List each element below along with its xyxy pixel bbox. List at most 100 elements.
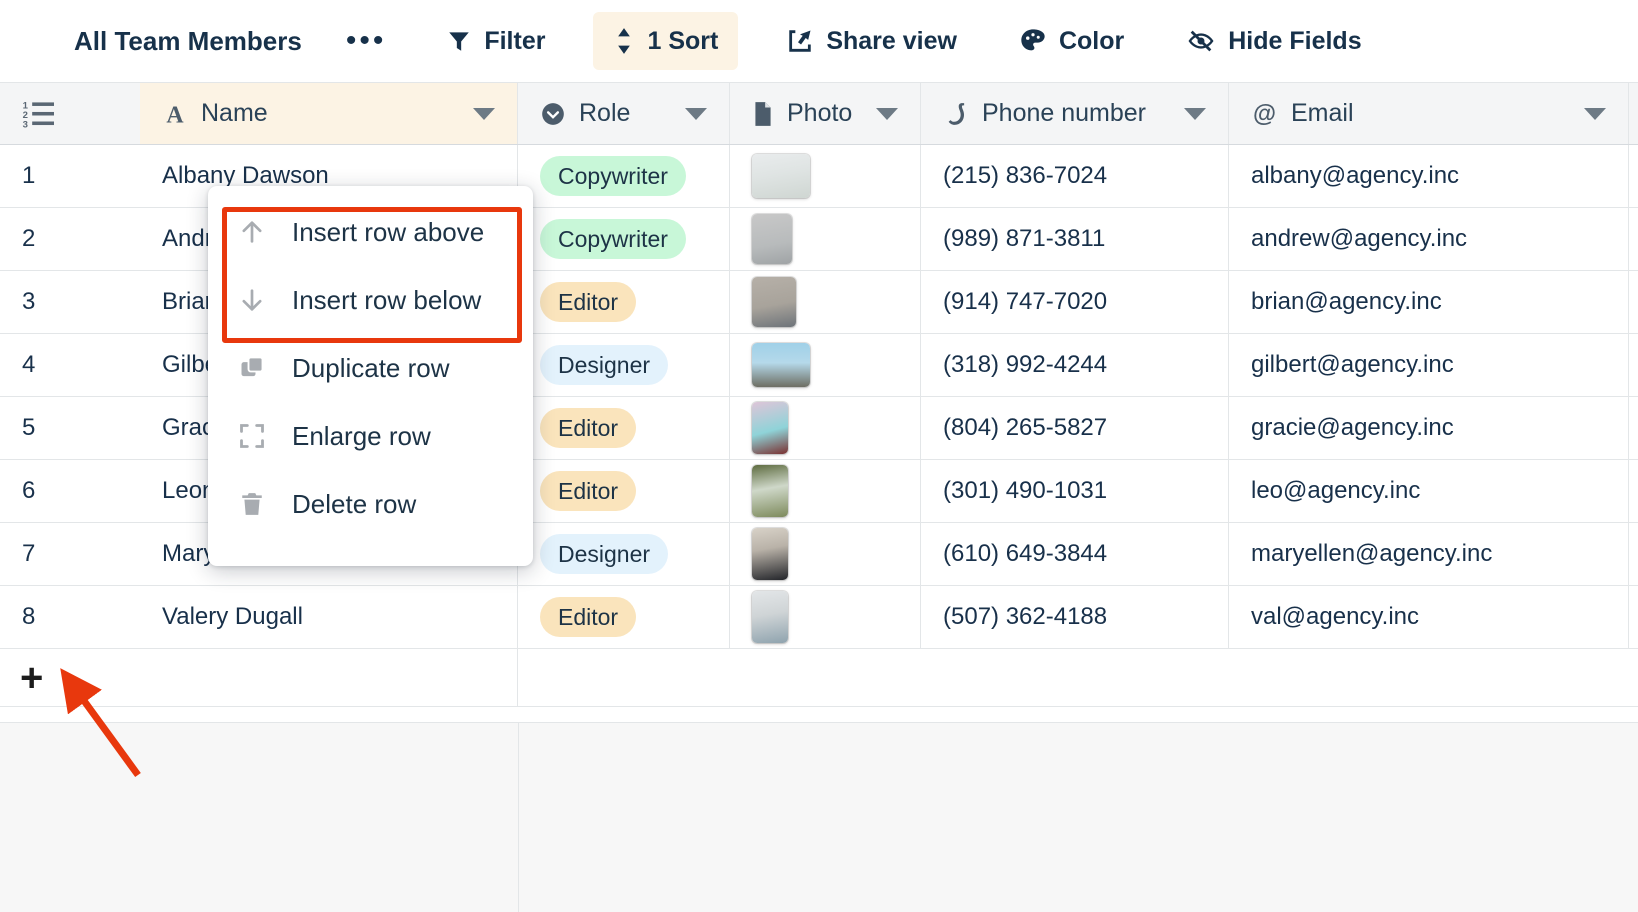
svg-text:@: @ <box>1253 101 1276 127</box>
hide-fields-label: Hide Fields <box>1228 26 1362 55</box>
row-number: 5 <box>22 414 36 441</box>
cell-spacer <box>1629 208 1638 270</box>
cell-role[interactable]: Editor <box>518 397 730 459</box>
hide-fields-button[interactable]: Hide Fields <box>1172 12 1375 70</box>
cell-name[interactable]: Valery Dugall <box>140 586 518 648</box>
table-row[interactable]: 8 Valery Dugall Editor (507) 362-4188 va… <box>0 586 1638 649</box>
cell-photo[interactable] <box>730 334 921 396</box>
column-header-email[interactable]: @ Email <box>1229 83 1629 144</box>
cell-phone[interactable]: (301) 490-1031 <box>921 460 1229 522</box>
column-header-photo[interactable]: Photo <box>730 83 921 144</box>
cell-email[interactable]: brian@agency.inc <box>1229 271 1629 333</box>
chevron-down-icon[interactable] <box>473 107 495 120</box>
cell-photo[interactable] <box>730 208 921 270</box>
menu-item-delete-row[interactable]: Delete row <box>208 470 533 538</box>
cell-spacer <box>1629 523 1638 585</box>
status-badge: Editor <box>540 408 637 448</box>
column-header-phone[interactable]: Phone number <box>921 83 1229 144</box>
cell-photo[interactable] <box>730 586 921 648</box>
cell-role[interactable]: Editor <box>518 460 730 522</box>
eye-off-icon <box>1186 27 1216 55</box>
more-options-button[interactable]: ••• <box>334 21 399 61</box>
menu-item-enlarge-row[interactable]: Enlarge row <box>208 402 533 470</box>
cell-email[interactable]: val@agency.inc <box>1229 586 1629 648</box>
cell-email[interactable]: andrew@agency.inc <box>1229 208 1629 270</box>
chevron-down-icon[interactable] <box>876 107 898 120</box>
status-badge: Designer <box>540 534 669 574</box>
column-header-spacer <box>1629 83 1638 144</box>
row-number: 6 <box>22 477 36 504</box>
cell-photo[interactable] <box>730 271 921 333</box>
filter-button[interactable]: Filter <box>432 12 559 70</box>
menu-item-label: Enlarge row <box>292 420 431 451</box>
cell-phone[interactable]: (989) 871-3811 <box>921 208 1229 270</box>
view-name-label: All Team Members <box>74 25 302 56</box>
cell-email[interactable]: gilbert@agency.inc <box>1229 334 1629 396</box>
row-context-menu[interactable]: Insert row above Insert row below Duplic… <box>208 186 533 566</box>
cell-email[interactable]: leo@agency.inc <box>1229 460 1629 522</box>
add-row-name-spacer <box>140 649 518 706</box>
chevron-down-icon[interactable] <box>1184 107 1206 120</box>
add-row-row[interactable]: + <box>0 649 1638 707</box>
cell-photo[interactable] <box>730 460 921 522</box>
sort-icon <box>613 27 635 55</box>
share-icon <box>786 27 814 55</box>
share-view-button[interactable]: Share view <box>772 12 971 70</box>
row-number: 3 <box>22 288 36 315</box>
sort-label: 1 Sort <box>647 26 719 55</box>
status-badge: Editor <box>540 597 637 637</box>
color-button[interactable]: Color <box>1005 12 1138 70</box>
menu-item-insert-row-below[interactable]: Insert row below <box>208 266 533 334</box>
cell-email[interactable]: gracie@agency.inc <box>1229 397 1629 459</box>
menu-item-label: Insert row above <box>292 216 485 247</box>
filter-label: Filter <box>484 26 546 55</box>
avatar <box>752 528 788 580</box>
menu-item-insert-row-above[interactable]: Insert row above <box>208 198 533 266</box>
cell-spacer <box>1629 460 1638 522</box>
column-header-role-label: Role <box>579 99 631 127</box>
phone-icon <box>943 101 969 127</box>
numbered-list-icon: 1 2 3 <box>22 99 56 129</box>
trash-icon <box>238 489 266 519</box>
chevron-down-icon[interactable] <box>685 107 707 120</box>
row-number: 4 <box>22 351 36 378</box>
add-row-spacer <box>518 649 1638 706</box>
hamburger-icon <box>34 30 60 52</box>
cell-role[interactable]: Editor <box>518 271 730 333</box>
sort-button[interactable]: 1 Sort <box>593 12 739 70</box>
cell-phone[interactable]: (215) 836-7024 <box>921 145 1229 207</box>
cell-phone[interactable]: (318) 992-4244 <box>921 334 1229 396</box>
cell-phone[interactable]: (804) 265-5827 <box>921 397 1229 459</box>
svg-text:A: A <box>166 102 184 126</box>
cell-role[interactable]: Designer <box>518 334 730 396</box>
cell-photo[interactable] <box>730 397 921 459</box>
avatar <box>752 154 810 198</box>
cell-email[interactable]: maryellen@agency.inc <box>1229 523 1629 585</box>
cell-phone[interactable]: (914) 747-7020 <box>921 271 1229 333</box>
view-switcher[interactable]: All Team Members <box>34 12 316 70</box>
add-row-button[interactable]: + <box>0 649 140 706</box>
cell-photo[interactable] <box>730 145 921 207</box>
row-number: 2 <box>22 225 36 252</box>
status-badge: Copywriter <box>540 156 686 196</box>
cell-phone[interactable]: (507) 362-4188 <box>921 586 1229 648</box>
row-number: 8 <box>22 603 36 630</box>
grid-header-row: 1 2 3 A Name Role Photo Phone number @ E… <box>0 82 1638 145</box>
chevron-down-icon[interactable] <box>1584 107 1606 120</box>
row-number-header[interactable]: 1 2 3 <box>0 83 140 144</box>
cell-email[interactable]: albany@agency.inc <box>1229 145 1629 207</box>
column-header-email-label: Email <box>1291 99 1354 127</box>
cell-role[interactable]: Designer <box>518 523 730 585</box>
column-header-name[interactable]: A Name <box>140 83 518 144</box>
arrow-down-icon <box>238 285 266 315</box>
cell-role[interactable]: Copywriter <box>518 208 730 270</box>
cell-spacer <box>1629 586 1638 648</box>
column-header-role[interactable]: Role <box>518 83 730 144</box>
menu-item-duplicate-row[interactable]: Duplicate row <box>208 334 533 402</box>
cell-photo[interactable] <box>730 523 921 585</box>
cell-spacer <box>1629 145 1638 207</box>
single-select-icon <box>540 101 566 127</box>
cell-role[interactable]: Editor <box>518 586 730 648</box>
cell-role[interactable]: Copywriter <box>518 145 730 207</box>
cell-phone[interactable]: (610) 649-3844 <box>921 523 1229 585</box>
